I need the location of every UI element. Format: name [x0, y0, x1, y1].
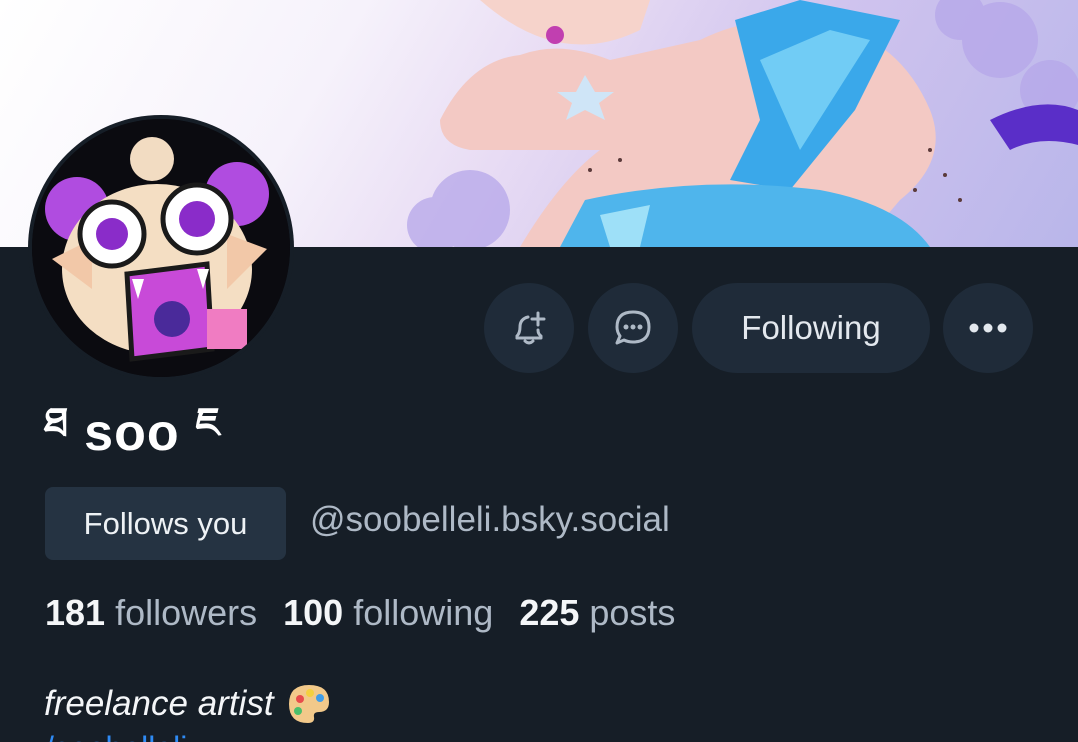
following-label: following — [353, 592, 494, 633]
profile-stats: 181 followers 100 following 225 posts — [45, 592, 675, 634]
profile-bio: freelance artist — [44, 682, 332, 726]
bell-plus-icon — [515, 311, 546, 345]
profile-avatar[interactable] — [28, 115, 294, 381]
followers-label: followers — [115, 592, 258, 633]
following-stat[interactable]: 100 following — [283, 592, 493, 634]
display-name-row: ཐ soo ཇ — [44, 398, 220, 468]
followers-stat[interactable]: 181 followers — [45, 592, 257, 634]
message-button[interactable] — [588, 283, 678, 373]
bio-link[interactable]: /soobelleli — [45, 730, 187, 742]
subscribe-button[interactable] — [484, 283, 574, 373]
more-options-button[interactable] — [943, 283, 1033, 373]
following-count: 100 — [283, 592, 344, 633]
avatar-image — [32, 119, 290, 377]
follows-you-badge: Follows you — [45, 487, 286, 560]
following-button-label: Following — [741, 309, 881, 346]
bio-text: freelance artist — [44, 684, 274, 723]
name-prefix-glyph: ཐ — [44, 399, 69, 446]
followers-count: 181 — [45, 592, 106, 633]
posts-count: 225 — [519, 592, 580, 633]
ellipsis-icon — [969, 323, 1007, 333]
display-name: soo — [84, 404, 180, 462]
follows-you-label: Follows you — [83, 505, 248, 541]
profile-handle: @soobelleli.bsky.social — [310, 500, 670, 539]
posts-label: posts — [589, 592, 676, 633]
palette-emoji-icon — [288, 685, 329, 723]
name-suffix-glyph: ཇ — [195, 399, 221, 446]
profile-page: Following ཐ soo ཇ Follows you @soobellel… — [0, 0, 1078, 742]
posts-stat: 225 posts — [519, 592, 675, 634]
chat-bubble-icon — [615, 310, 651, 345]
bio-link-text: /soobelleli — [45, 730, 187, 742]
following-button[interactable]: Following — [692, 283, 930, 373]
